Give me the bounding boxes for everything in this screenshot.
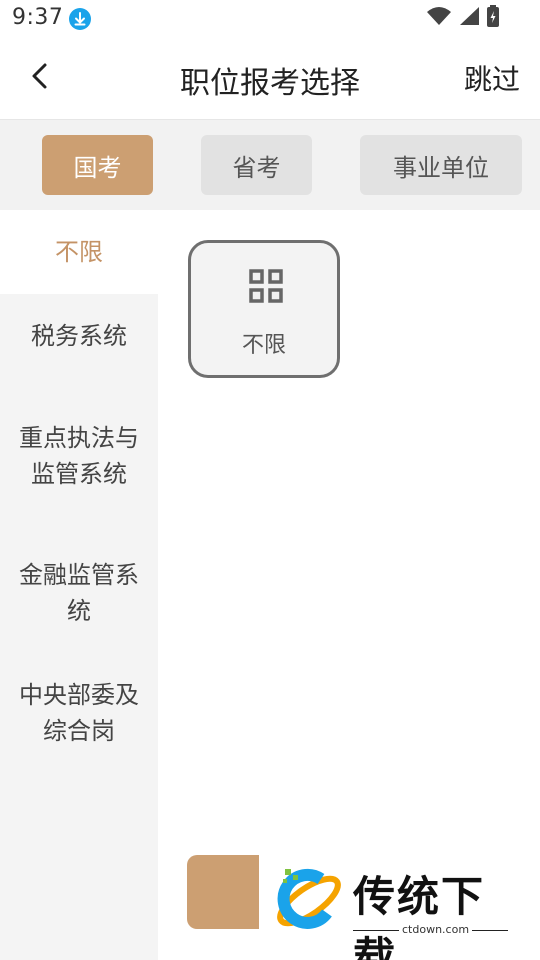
grid-icon xyxy=(249,269,283,303)
watermark-logo-icon xyxy=(271,861,343,933)
sidebar-item-central-ministries[interactable]: 中央部委及综合岗 xyxy=(0,660,158,766)
chevron-left-icon xyxy=(30,62,50,94)
watermark-accent-block xyxy=(187,855,259,929)
wifi-icon xyxy=(426,6,452,30)
sidebar-item-financial-regulation[interactable]: 金融监管系统 xyxy=(0,540,158,646)
option-card-unlimited[interactable]: 不限 xyxy=(188,240,340,378)
tab-national-exam[interactable]: 国考 xyxy=(42,135,153,195)
back-button[interactable] xyxy=(18,56,62,100)
signal-icon xyxy=(458,6,480,30)
download-icon xyxy=(69,8,91,30)
status-bar: 9:37 xyxy=(0,0,540,36)
page-title: 职位报考选择 xyxy=(180,66,360,101)
category-sidebar: 不限 税务系统 重点执法与监管系统 金融监管系统 中央部委及综合岗 xyxy=(0,210,158,960)
sidebar-item-unlimited[interactable]: 不限 xyxy=(0,210,158,294)
sidebar-item-tax-system[interactable]: 税务系统 xyxy=(0,294,158,378)
title-bar: 职位报考选择 跳过 xyxy=(0,36,540,120)
exam-type-tabs: 国考 省考 事业单位 xyxy=(0,120,540,210)
status-time: 9:37 xyxy=(12,5,64,30)
tab-public-institution[interactable]: 事业单位 xyxy=(360,135,522,195)
status-icons xyxy=(426,5,500,31)
battery-charging-icon xyxy=(486,5,500,31)
tab-provincial-exam[interactable]: 省考 xyxy=(201,135,312,195)
option-card-label: 不限 xyxy=(241,333,286,358)
watermark-url: ctdown.com xyxy=(399,923,473,936)
watermark: 传统下载 ctdown.com xyxy=(187,855,517,960)
sidebar-item-law-enforcement[interactable]: 重点执法与监管系统 xyxy=(0,386,158,526)
skip-button[interactable]: 跳过 xyxy=(464,58,520,98)
watermark-brand: 传统下载 xyxy=(353,872,486,960)
options-panel: 不限 xyxy=(158,210,540,960)
